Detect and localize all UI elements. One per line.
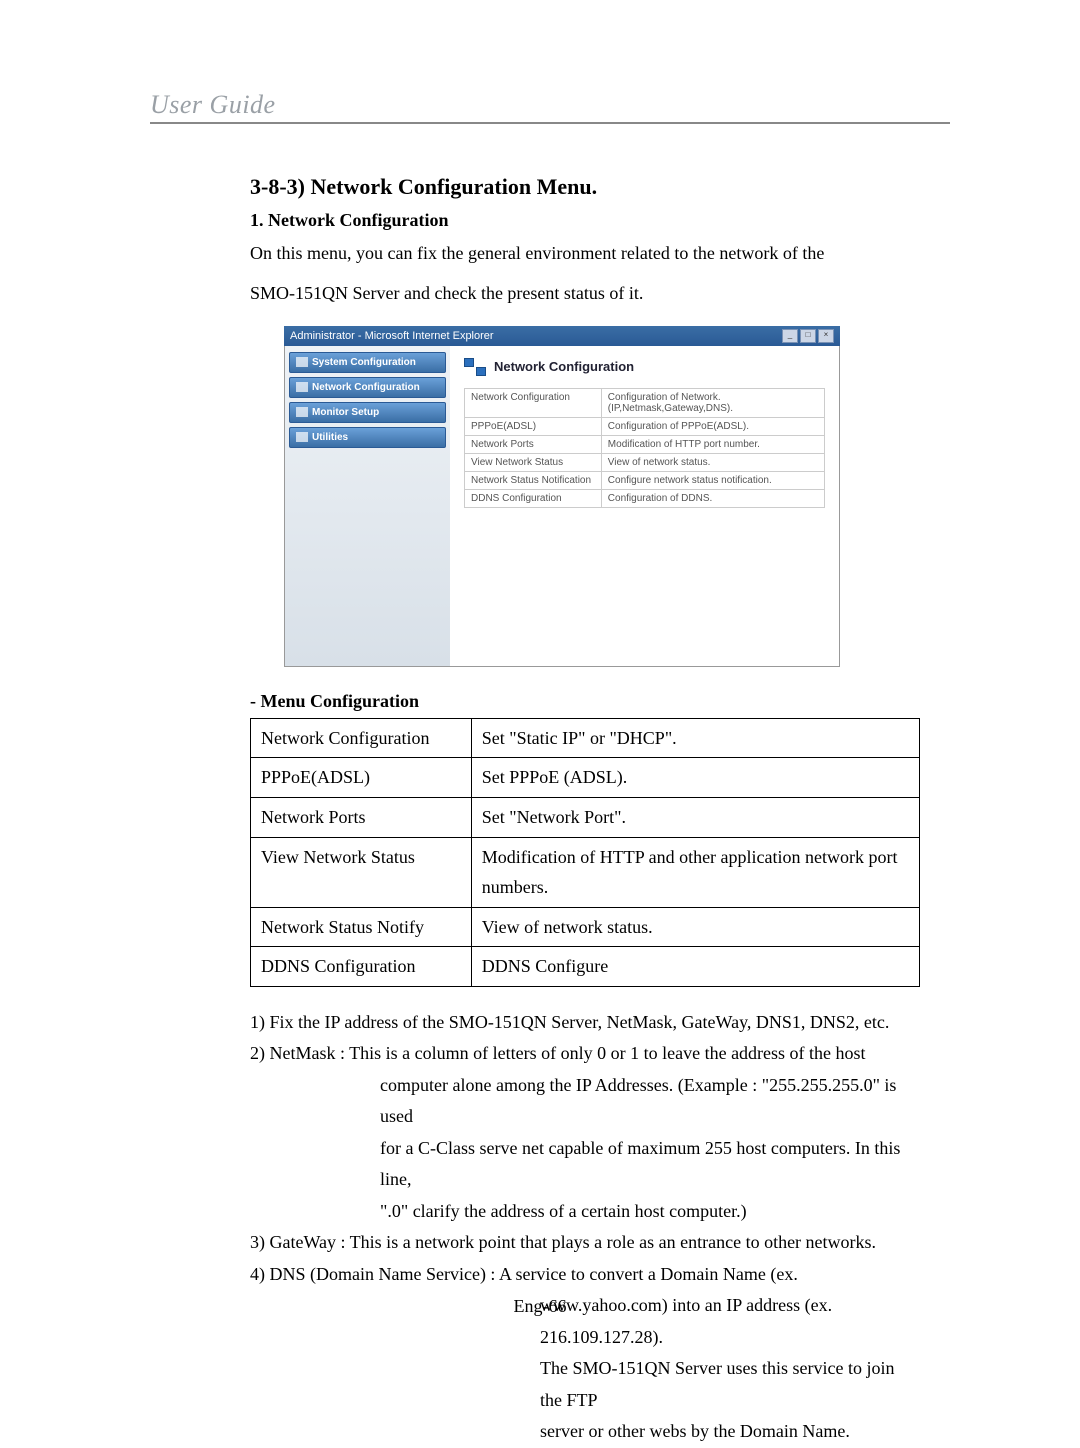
cell-desc: Set PPPoE (ADSL).: [471, 758, 919, 798]
note-4-line3: The SMO-151QN Server uses this service t…: [540, 1353, 920, 1416]
cell-name[interactable]: Network Status Notification: [465, 471, 602, 489]
cell-name: PPPoE(ADSL): [251, 758, 472, 798]
notes-block: 1) Fix the IP address of the SMO-151QN S…: [250, 1007, 920, 1448]
table-row: PPPoE(ADSL)Configuration of PPPoE(ADSL).: [465, 417, 825, 435]
note-2-line1: 2) NetMask : This is a column of letters…: [250, 1038, 920, 1070]
table-row: Network PortsModification of HTTP port n…: [465, 435, 825, 453]
cell-desc: Configuration of DDNS.: [601, 489, 824, 507]
table-row: DDNS ConfigurationDDNS Configure: [251, 947, 920, 987]
cell-desc: Set "Static IP" or "DHCP".: [471, 718, 919, 758]
cell-name: Network Status Notify: [251, 907, 472, 947]
cell-desc: Modification of HTTP and other applicati…: [471, 837, 919, 907]
note-3: 3) GateWay : This is a network point tha…: [250, 1227, 920, 1259]
ie-main-panel: Network Configuration Network Configurat…: [450, 346, 839, 666]
cell-name: View Network Status: [251, 837, 472, 907]
cell-desc: Configure network status notification.: [601, 471, 824, 489]
screenshot-config-table: Network ConfigurationConfiguration of Ne…: [464, 388, 825, 508]
sub-heading-1: 1. Network Configuration: [250, 210, 920, 231]
cell-name[interactable]: View Network Status: [465, 453, 602, 471]
cell-name[interactable]: Network Configuration: [465, 388, 602, 417]
cell-desc: Configuration of Network. (IP,Netmask,Ga…: [601, 388, 824, 417]
sidebar-item-label: Monitor Setup: [312, 407, 379, 418]
page-number: Eng-66: [0, 1296, 1080, 1317]
monitor-icon: [296, 407, 308, 417]
ie-window-title: Administrator - Microsoft Internet Explo…: [290, 330, 494, 342]
cell-name: DDNS Configuration: [251, 947, 472, 987]
note-2-line3: for a C-Class serve net capable of maxim…: [380, 1133, 920, 1196]
intro-line-2: SMO-151QN Server and check the present s…: [250, 277, 920, 309]
table-row: Network ConfigurationConfiguration of Ne…: [465, 388, 825, 417]
cell-desc: View of network status.: [471, 907, 919, 947]
cell-desc: View of network status.: [601, 453, 824, 471]
minimize-icon[interactable]: _: [782, 329, 798, 343]
cell-desc: Set "Network Port".: [471, 797, 919, 837]
sidebar-item-utilities[interactable]: Utilities: [289, 427, 446, 448]
table-row: Network PortsSet "Network Port".: [251, 797, 920, 837]
cell-desc: Configuration of PPPoE(ADSL).: [601, 417, 824, 435]
sidebar-item-label: Network Configuration: [312, 382, 420, 393]
network-icon: [296, 382, 308, 392]
table-row: Network Status NotifyView of network sta…: [251, 907, 920, 947]
header-rule: User Guide: [150, 90, 950, 124]
cell-name: Network Ports: [251, 797, 472, 837]
cell-desc: DDNS Configure: [471, 947, 919, 987]
guide-title: User Guide: [150, 90, 276, 119]
sidebar-item-label: System Configuration: [312, 357, 416, 368]
cell-desc: Modification of HTTP port number.: [601, 435, 824, 453]
cell-name[interactable]: Network Ports: [465, 435, 602, 453]
maximize-icon[interactable]: □: [800, 329, 816, 343]
table-row: View Network StatusModification of HTTP …: [251, 837, 920, 907]
note-4-line4: server or other webs by the Domain Name.: [540, 1416, 920, 1448]
table-row: PPPoE(ADSL)Set PPPoE (ADSL).: [251, 758, 920, 798]
tools-icon: [296, 432, 308, 442]
cell-name[interactable]: DDNS Configuration: [465, 489, 602, 507]
network-config-icon: [464, 358, 486, 376]
note-4-line1: 4) DNS (Domain Name Service) : A service…: [250, 1259, 920, 1291]
window-controls: _ □ ×: [782, 329, 834, 343]
note-2-line2: computer alone among the IP Addresses. (…: [380, 1070, 920, 1133]
close-icon[interactable]: ×: [818, 329, 834, 343]
ie-sidebar: System Configuration Network Configurati…: [285, 346, 450, 666]
intro-line-1: On this menu, you can fix the general en…: [250, 237, 920, 269]
table-row: Network ConfigurationSet "Static IP" or …: [251, 718, 920, 758]
panel-title: Network Configuration: [494, 359, 634, 374]
cell-name[interactable]: PPPoE(ADSL): [465, 417, 602, 435]
table-row: View Network StatusView of network statu…: [465, 453, 825, 471]
sidebar-item-label: Utilities: [312, 432, 348, 443]
note-1: 1) Fix the IP address of the SMO-151QN S…: [250, 1007, 920, 1039]
embedded-screenshot: Administrator - Microsoft Internet Explo…: [284, 326, 840, 667]
table-row: Network Status NotificationConfigure net…: [465, 471, 825, 489]
menu-config-table: Network ConfigurationSet "Static IP" or …: [250, 718, 920, 987]
sidebar-item-network-configuration[interactable]: Network Configuration: [289, 377, 446, 398]
folder-icon: [296, 357, 308, 367]
table-row: DDNS ConfigurationConfiguration of DDNS.: [465, 489, 825, 507]
sidebar-item-monitor-setup[interactable]: Monitor Setup: [289, 402, 446, 423]
note-2-line4: ".0" clarify the address of a certain ho…: [380, 1196, 920, 1228]
cell-name: Network Configuration: [251, 718, 472, 758]
section-heading: 3-8-3) Network Configuration Menu.: [250, 174, 920, 200]
sidebar-item-system-configuration[interactable]: System Configuration: [289, 352, 446, 373]
ie-titlebar: Administrator - Microsoft Internet Explo…: [284, 326, 840, 346]
menu-config-heading: - Menu Configuration: [250, 691, 920, 712]
